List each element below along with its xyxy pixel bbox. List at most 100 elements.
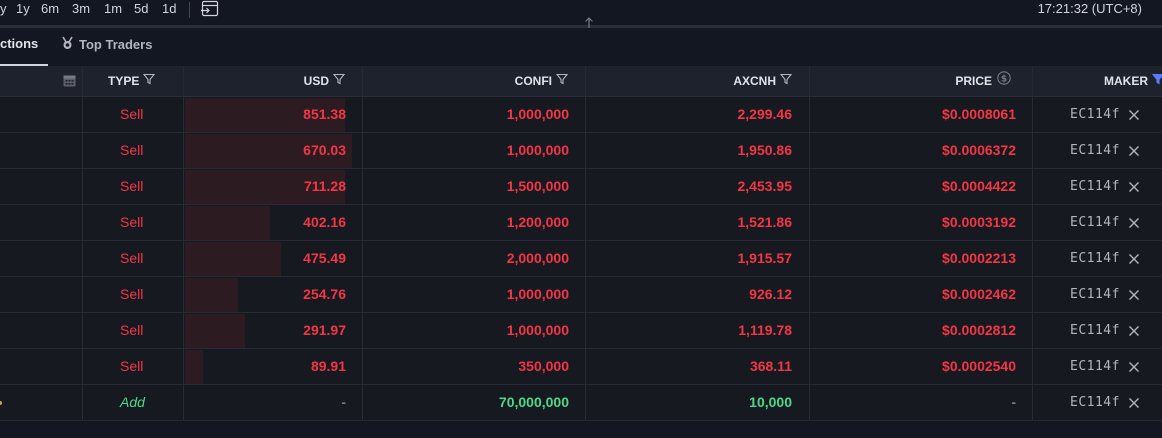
column-divider xyxy=(82,133,83,168)
filter-icon[interactable] xyxy=(555,66,569,96)
cell-type: Sell xyxy=(120,250,144,266)
cell-maker[interactable]: EC114f xyxy=(1070,133,1120,168)
column-divider xyxy=(809,205,810,240)
cell-maker[interactable]: EC114f xyxy=(1070,205,1120,240)
cell-type: Sell xyxy=(120,286,144,302)
column-divider xyxy=(183,385,184,420)
cell-maker[interactable]: EC114f xyxy=(1070,313,1120,348)
goto-date-icon[interactable] xyxy=(200,0,220,18)
clock-readout[interactable]: 17:21:32 (UTC+8) xyxy=(1038,1,1142,16)
table-row[interactable]: Sell 291.97 1,000,000 1,119.78 $0.0002812 EC1… xyxy=(0,313,1162,349)
column-divider xyxy=(183,169,184,204)
cell-axcnh: 926.12 xyxy=(749,286,792,302)
cell-confi: 2,000,000 xyxy=(506,250,569,266)
column-divider xyxy=(362,169,363,204)
row-indicator-dot xyxy=(0,401,2,405)
filter-icon[interactable] xyxy=(779,66,793,96)
tab-top-traders-label: Top Traders xyxy=(79,37,153,52)
volume-bar xyxy=(185,278,238,312)
timeframe-5d[interactable]: 5d xyxy=(134,1,148,16)
column-divider xyxy=(362,349,363,384)
timeframe-1d[interactable]: 1d xyxy=(162,1,176,16)
tab-top-traders[interactable]: Top Traders xyxy=(61,36,152,53)
header-price[interactable]: PRICE $ xyxy=(955,66,1011,96)
close-icon[interactable] xyxy=(1128,288,1140,300)
column-divider xyxy=(183,205,184,240)
close-icon[interactable] xyxy=(1128,216,1140,228)
cell-maker[interactable]: EC114f xyxy=(1070,97,1120,132)
column-divider xyxy=(1032,169,1033,204)
close-icon[interactable] xyxy=(1128,108,1140,120)
header-axcnh[interactable]: AXCNH xyxy=(733,66,793,96)
table-row[interactable]: Sell 851.38 1,000,000 2,299.46 $0.0008061 EC1… xyxy=(0,97,1162,133)
column-divider xyxy=(82,66,83,96)
cell-confi: 1,000,000 xyxy=(506,106,569,122)
header-type[interactable]: TYPE xyxy=(108,66,156,96)
column-divider xyxy=(585,133,586,168)
cell-maker[interactable]: EC114f xyxy=(1070,385,1120,420)
timeframe-3m[interactable]: 3m xyxy=(72,1,90,16)
table-row[interactable]: Sell 254.76 1,000,000 926.12 $0.0002462 EC114… xyxy=(0,277,1162,313)
tab-transactions[interactable]: ctions xyxy=(0,36,38,51)
column-divider xyxy=(82,205,83,240)
column-divider xyxy=(82,349,83,384)
filter-icon[interactable] xyxy=(332,66,346,96)
tab-bar: ctions Top Traders xyxy=(0,28,1162,66)
column-divider xyxy=(585,385,586,420)
filter-icon[interactable] xyxy=(143,66,156,96)
table-row[interactable]: Sell 711.28 1,500,000 2,453.95 $0.0004422 EC1… xyxy=(0,169,1162,205)
timeframe-6m[interactable]: 6m xyxy=(41,1,59,16)
table-row[interactable]: Sell 89.91 350,000 368.11 $0.0002540 EC114f xyxy=(0,349,1162,385)
column-divider xyxy=(1032,66,1033,96)
close-icon[interactable] xyxy=(1128,324,1140,336)
cell-axcnh: 2,299.46 xyxy=(737,106,793,122)
table-row[interactable]: Sell 475.49 2,000,000 1,915.57 $0.0002213 EC1… xyxy=(0,241,1162,277)
cell-maker[interactable]: EC114f xyxy=(1070,169,1120,204)
volume-bar xyxy=(185,242,281,276)
column-divider xyxy=(362,277,363,312)
column-divider xyxy=(82,277,83,312)
close-icon[interactable] xyxy=(1128,396,1140,408)
cell-confi: 1,200,000 xyxy=(506,214,569,230)
header-usd[interactable]: USD xyxy=(304,66,346,96)
column-divider xyxy=(585,313,586,348)
timeframe-1y[interactable]: 1y xyxy=(16,1,30,16)
close-icon[interactable] xyxy=(1128,252,1140,264)
filter-active-icon[interactable] xyxy=(1151,66,1162,96)
table-row[interactable]: Sell 402.16 1,200,000 1,521.86 $0.0003192 EC1… xyxy=(0,205,1162,241)
cell-maker[interactable]: EC114f xyxy=(1070,241,1120,276)
column-divider xyxy=(809,277,810,312)
column-divider xyxy=(362,313,363,348)
svg-text:$: $ xyxy=(1001,75,1007,85)
cell-price: $0.0006372 xyxy=(942,142,1016,158)
column-divider xyxy=(585,241,586,276)
volume-bar xyxy=(185,350,203,384)
timeframe-1m[interactable]: 1m xyxy=(104,1,122,16)
timeframe-y[interactable]: y xyxy=(0,1,7,16)
cell-maker[interactable]: EC114f xyxy=(1070,349,1120,384)
close-icon[interactable] xyxy=(1128,180,1140,192)
table-row[interactable]: Sell 670.03 1,000,000 1,950.86 $0.0006372 EC1… xyxy=(0,133,1162,169)
cell-price: $0.0002213 xyxy=(942,250,1016,266)
calendar-icon[interactable] xyxy=(63,74,76,92)
column-divider xyxy=(809,169,810,204)
volume-bar xyxy=(185,206,270,240)
cell-confi: 1,000,000 xyxy=(506,142,569,158)
cell-confi: 70,000,000 xyxy=(498,394,569,410)
close-icon[interactable] xyxy=(1128,144,1140,156)
column-divider xyxy=(1032,97,1033,132)
column-divider xyxy=(585,349,586,384)
table-row[interactable]: Add - 70,000,000 10,000 - EC114f xyxy=(0,385,1162,421)
cell-usd: 402.16 xyxy=(303,214,346,230)
close-icon[interactable] xyxy=(1128,360,1140,372)
column-divider xyxy=(362,241,363,276)
dollar-circle-icon[interactable]: $ xyxy=(997,66,1011,96)
cell-maker[interactable]: EC114f xyxy=(1070,277,1120,312)
header-maker[interactable]: MAKER xyxy=(1104,66,1162,96)
column-divider xyxy=(809,349,810,384)
header-type-label: TYPE xyxy=(108,74,140,88)
header-confi[interactable]: CONFI xyxy=(515,66,569,96)
column-divider xyxy=(1032,349,1033,384)
column-divider xyxy=(1032,385,1033,420)
column-divider xyxy=(183,97,184,132)
